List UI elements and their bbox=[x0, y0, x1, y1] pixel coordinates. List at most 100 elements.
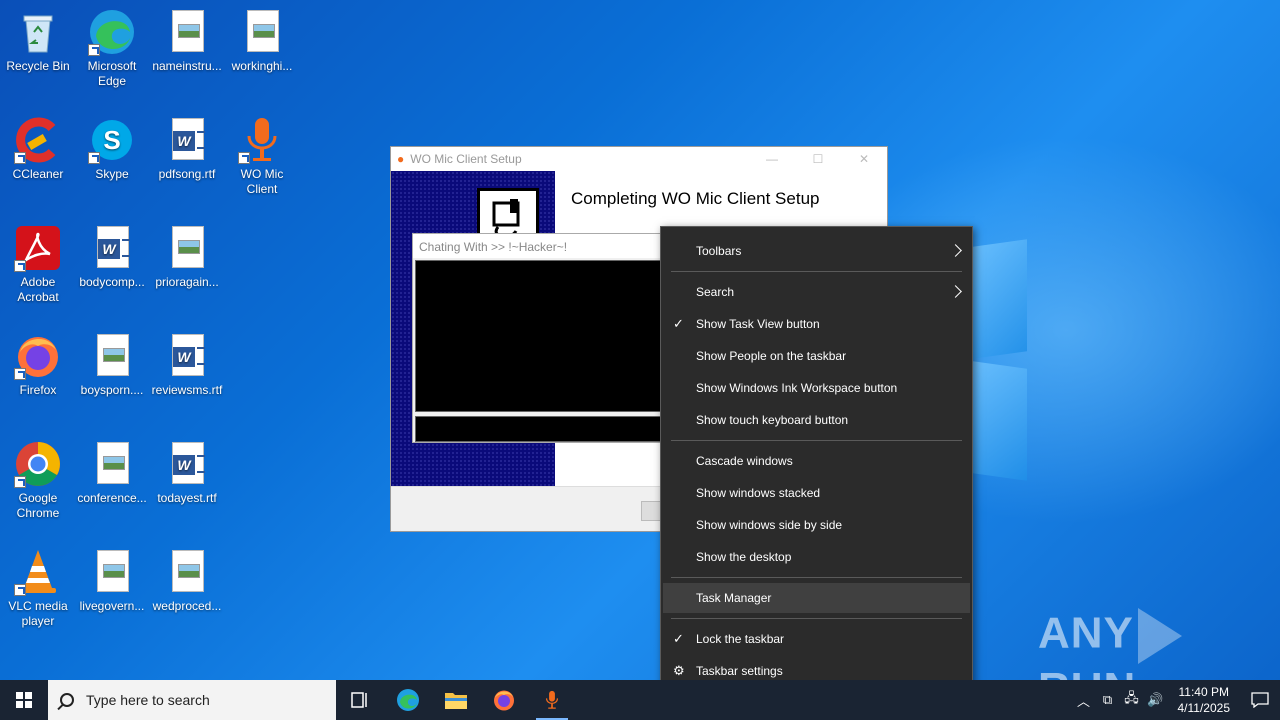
desktop-icon-acrobat[interactable]: Adobe Acrobat bbox=[0, 224, 76, 305]
minimize-button[interactable]: — bbox=[749, 152, 795, 166]
desktop-icon-firefox[interactable]: Firefox bbox=[0, 332, 76, 398]
edge-icon bbox=[88, 8, 136, 56]
desktop-icon-file[interactable]: W bodycomp... bbox=[74, 224, 150, 290]
menu-item-cascade-windows[interactable]: Cascade windows bbox=[663, 446, 970, 476]
menu-item-label: Show windows stacked bbox=[696, 486, 821, 500]
desktop-icon-label: Google Chrome bbox=[16, 491, 60, 520]
menu-item-task-manager[interactable]: Task Manager bbox=[663, 583, 970, 613]
desktop-icon-label: bodycomp... bbox=[79, 275, 145, 289]
menu-item-label: Show Task View button bbox=[696, 317, 820, 331]
menu-item-search[interactable]: Search bbox=[663, 277, 970, 307]
menu-item-windows-side-by-side[interactable]: Show windows side by side bbox=[663, 510, 970, 540]
menu-item-show-touch-keyboard[interactable]: Show touch keyboard button bbox=[663, 405, 970, 435]
maximize-button[interactable]: ☐ bbox=[795, 152, 841, 166]
notification-center-button[interactable] bbox=[1240, 680, 1280, 720]
microphone-icon bbox=[238, 116, 286, 164]
firefox-icon bbox=[494, 690, 514, 711]
gear-icon: ⚙ bbox=[673, 663, 685, 678]
taskbar-file-explorer[interactable] bbox=[432, 680, 480, 720]
desktop-icon-vlc[interactable]: VLC media player bbox=[0, 548, 76, 629]
recycle-bin-icon bbox=[14, 8, 62, 56]
firefox-icon bbox=[14, 332, 62, 380]
chat-window[interactable]: Chating With >> !~Hacker~! bbox=[412, 233, 664, 443]
close-button[interactable]: ✕ bbox=[841, 152, 887, 166]
desktop-icon-label: reviewsms.rtf bbox=[151, 383, 223, 397]
word-document-icon: W bbox=[163, 332, 211, 380]
taskbar[interactable]: Type here to search ︿ ⧉ 🖧 🔊 11:40 PM 4/1… bbox=[0, 680, 1280, 720]
image-file-icon bbox=[88, 548, 136, 596]
desktop-icon-file[interactable]: conference... bbox=[74, 440, 150, 506]
image-file-icon bbox=[88, 440, 136, 488]
chrome-icon bbox=[14, 440, 62, 488]
checkmark-icon: ✓ bbox=[673, 631, 684, 646]
start-button[interactable] bbox=[0, 680, 48, 720]
menu-separator bbox=[671, 271, 962, 272]
desktop-icon-label: livegovern... bbox=[79, 599, 145, 613]
chevron-up-icon[interactable]: ︿ bbox=[1072, 691, 1096, 710]
desktop-icon-edge[interactable]: Microsoft Edge bbox=[74, 8, 150, 89]
taskbar-context-menu: Toolbars Search ✓ Show Task View button … bbox=[660, 226, 973, 696]
desktop-icon-wo-mic[interactable]: WO Mic Client bbox=[224, 116, 300, 197]
menu-separator bbox=[671, 618, 962, 619]
windows-logo-icon bbox=[16, 692, 32, 708]
desktop-icon-label: wedproced... bbox=[152, 599, 222, 613]
menu-item-lock-taskbar[interactable]: ✓ Lock the taskbar bbox=[663, 624, 970, 654]
image-file-icon bbox=[163, 224, 211, 272]
menu-item-show-people[interactable]: Show People on the taskbar bbox=[663, 341, 970, 371]
chat-input-field[interactable] bbox=[415, 416, 663, 442]
setup-window-titlebar[interactable]: ● WO Mic Client Setup — ☐ ✕ bbox=[391, 147, 887, 171]
desktop-icon-label: boysporn.... bbox=[80, 383, 144, 397]
desktop-icon-chrome[interactable]: Google Chrome bbox=[0, 440, 76, 521]
word-document-icon: W bbox=[163, 116, 211, 164]
desktop-icon-ccleaner[interactable]: CCleaner bbox=[0, 116, 76, 182]
desktop-icon-label: conference... bbox=[77, 491, 147, 505]
taskbar-edge[interactable] bbox=[384, 680, 432, 720]
volume-icon[interactable]: 🔊 bbox=[1144, 692, 1168, 708]
setup-heading: Completing WO Mic Client Setup bbox=[571, 189, 820, 208]
taskbar-search-box[interactable]: Type here to search bbox=[48, 680, 336, 720]
desktop-icon-file[interactable]: nameinstru... bbox=[149, 8, 225, 74]
chat-window-title: Chating With >> !~Hacker~! bbox=[413, 234, 663, 258]
desktop-icon-skype[interactable]: S Skype bbox=[74, 116, 150, 182]
desktop-icon-label: todayest.rtf bbox=[157, 491, 217, 505]
file-explorer-icon bbox=[445, 693, 467, 709]
microphone-icon: ● bbox=[397, 152, 405, 166]
menu-item-windows-stacked[interactable]: Show windows stacked bbox=[663, 478, 970, 508]
desktop-icon-label: pdfsong.rtf bbox=[158, 167, 216, 181]
notification-icon bbox=[1251, 692, 1269, 708]
desktop-icon-file[interactable]: livegovern... bbox=[74, 548, 150, 614]
desktop-icon-file[interactable]: W reviewsms.rtf bbox=[149, 332, 225, 398]
menu-item-toolbars[interactable]: Toolbars bbox=[663, 236, 970, 266]
desktop-icon-label: CCleaner bbox=[12, 167, 64, 181]
menu-item-label: Show touch keyboard button bbox=[696, 413, 849, 427]
task-view-button[interactable] bbox=[336, 680, 384, 720]
desktop-icon-file[interactable]: workinghi... bbox=[224, 8, 300, 74]
menu-item-label: Lock the taskbar bbox=[696, 632, 785, 646]
desktop-icon-recycle-bin[interactable]: Recycle Bin bbox=[0, 8, 76, 74]
desktop-icon-label: WO Mic Client bbox=[240, 167, 284, 196]
taskbar-firefox[interactable] bbox=[480, 680, 528, 720]
desktop-icon-file[interactable]: W todayest.rtf bbox=[149, 440, 225, 506]
menu-item-show-task-view[interactable]: ✓ Show Task View button bbox=[663, 309, 970, 339]
meet-now-icon[interactable]: ⧉ bbox=[1096, 692, 1120, 708]
desktop-icon-label: workinghi... bbox=[231, 59, 293, 73]
desktop-icon-file[interactable]: wedproced... bbox=[149, 548, 225, 614]
desktop-icon-file[interactable]: boysporn.... bbox=[74, 332, 150, 398]
desktop-icon-label: prioragain... bbox=[155, 275, 219, 289]
image-file-icon bbox=[88, 332, 136, 380]
word-document-icon: W bbox=[88, 224, 136, 272]
chevron-right-icon bbox=[949, 285, 962, 298]
taskbar-wo-mic[interactable] bbox=[528, 680, 576, 720]
menu-item-label: Search bbox=[696, 285, 735, 299]
search-icon bbox=[60, 693, 74, 707]
menu-item-show-ink-workspace[interactable]: Show Windows Ink Workspace button bbox=[663, 373, 970, 403]
word-document-icon: W bbox=[163, 440, 211, 488]
network-icon[interactable]: 🖧 bbox=[1120, 689, 1144, 711]
desktop-icon-file[interactable]: prioragain... bbox=[149, 224, 225, 290]
desktop-icon-label: Recycle Bin bbox=[6, 59, 70, 73]
menu-item-show-desktop[interactable]: Show the desktop bbox=[663, 542, 970, 572]
clock[interactable]: 11:40 PM 4/11/2025 bbox=[1168, 684, 1241, 716]
edge-icon bbox=[397, 689, 419, 711]
play-icon bbox=[1137, 608, 1182, 664]
desktop-icon-file[interactable]: W pdfsong.rtf bbox=[149, 116, 225, 182]
